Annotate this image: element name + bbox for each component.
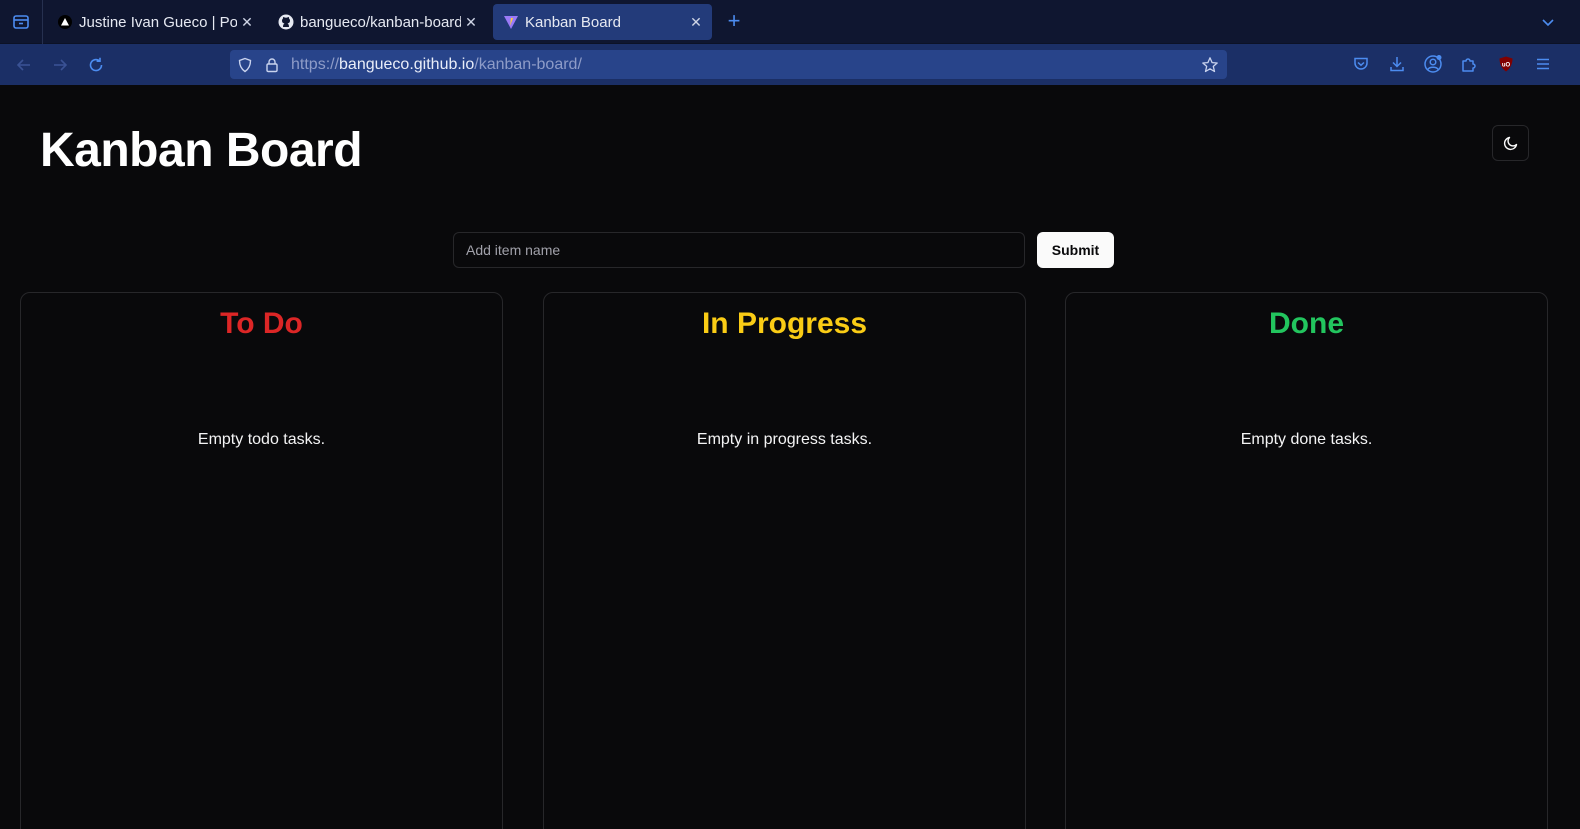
column-in-progress[interactable]: In Progress Empty in progress tasks.	[543, 292, 1026, 829]
tab-github[interactable]: bangueco/kanban-board ✕	[268, 4, 487, 40]
address-bar[interactable]: https://bangueco.github.io/kanban-board/	[230, 50, 1227, 79]
reload-icon	[89, 57, 103, 72]
forward-button[interactable]	[47, 52, 73, 78]
hamburger-menu-icon	[1537, 58, 1549, 70]
empty-in-progress-message: Empty in progress tasks.	[696, 431, 873, 448]
tab-kanban[interactable]: Kanban Board ✕	[493, 4, 712, 40]
extensions-button[interactable]	[1457, 52, 1481, 76]
column-done[interactable]: Done Empty done tasks.	[1065, 292, 1548, 829]
triangle-icon	[57, 14, 73, 30]
vite-icon	[503, 14, 519, 30]
download-icon	[1390, 57, 1404, 72]
tab-title: Kanban Board	[525, 13, 621, 31]
github-icon	[278, 14, 294, 30]
list-all-tabs-button[interactable]	[1536, 10, 1560, 34]
chevron-down-icon	[1542, 19, 1554, 27]
tab-title: bangueco/kanban-board	[300, 13, 461, 31]
column-todo[interactable]: To Do Empty todo tasks.	[20, 292, 503, 829]
account-icon	[1424, 55, 1442, 73]
theme-toggle-button[interactable]	[1492, 125, 1529, 161]
close-icon[interactable]: ✕	[461, 12, 481, 32]
url-scheme: https://	[291, 56, 340, 73]
lock-icon[interactable]	[262, 55, 282, 75]
account-button[interactable]	[1421, 52, 1445, 76]
ublock-button[interactable]: uO	[1494, 52, 1518, 76]
arrow-right-icon	[54, 59, 68, 71]
menu-button[interactable]	[1531, 52, 1555, 76]
page-content: Kanban Board Submit To Do Empty todo tas…	[0, 85, 1580, 829]
add-item-input[interactable]	[453, 232, 1025, 268]
tab-title: Justine Ivan Gueco | Portfolio	[79, 13, 237, 31]
svg-text:uO: uO	[1502, 63, 1511, 69]
column-title-in-progress: In Progress	[701, 307, 868, 340]
empty-todo-message: Empty todo tasks.	[197, 431, 326, 448]
tab-list-button[interactable]	[0, 0, 43, 44]
back-button[interactable]	[11, 52, 37, 78]
new-tab-button[interactable]: +	[722, 10, 746, 34]
reload-button[interactable]	[83, 52, 109, 78]
empty-done-message: Empty done tasks.	[1240, 431, 1373, 448]
close-icon[interactable]: ✕	[237, 12, 257, 32]
url-text[interactable]: https://bangueco.github.io/kanban-board/	[291, 56, 582, 74]
pocket-icon	[1354, 57, 1368, 70]
puzzle-icon	[1462, 58, 1476, 72]
plus-icon: +	[727, 8, 741, 33]
pocket-button[interactable]	[1349, 52, 1373, 76]
ublock-shield-icon: uO	[1499, 56, 1513, 72]
tab-portfolio[interactable]: Justine Ivan Gueco | Portfolio ✕	[47, 4, 263, 40]
arrow-left-icon	[16, 59, 30, 71]
shield-icon[interactable]	[235, 55, 255, 75]
column-title-todo: To Do	[220, 307, 303, 340]
tab-bar: Justine Ivan Gueco | Portfolio ✕ banguec…	[0, 0, 1580, 44]
close-icon[interactable]: ✕	[686, 12, 706, 32]
bookmark-star-icon[interactable]	[1200, 55, 1220, 75]
downloads-button[interactable]	[1385, 52, 1409, 76]
url-path: /kanban-board/	[474, 56, 582, 73]
tab-tray-icon	[13, 15, 29, 29]
url-host: bangueco.github.io	[339, 56, 475, 73]
submit-button[interactable]: Submit	[1037, 232, 1114, 268]
column-title-done: Done	[1269, 307, 1344, 340]
page-title: Kanban Board	[40, 124, 363, 177]
moon-icon	[1503, 136, 1517, 151]
